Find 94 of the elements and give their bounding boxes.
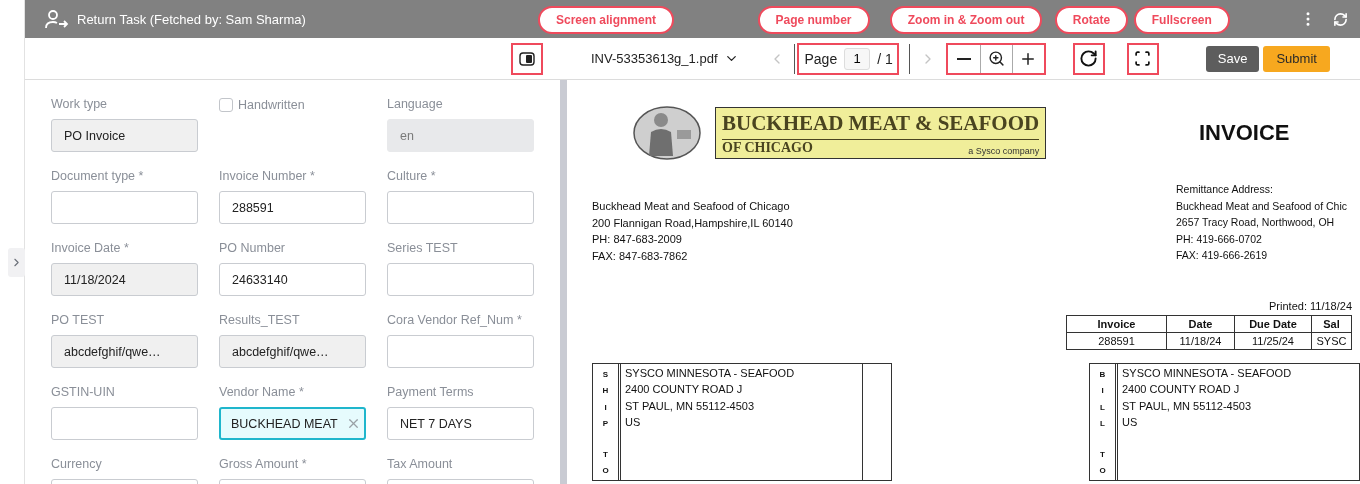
rotate-icon — [1079, 49, 1099, 68]
clear-icon[interactable] — [346, 416, 361, 431]
sender-line: FAX: 847-683-7862 — [592, 248, 689, 264]
address-line: 2400 COUNTY ROAD J — [1122, 382, 1241, 397]
split-view-button[interactable] — [513, 44, 541, 73]
column-header: Sal — [1311, 315, 1352, 332]
input-field[interactable] — [51, 191, 198, 224]
checkbox-label: Handwritten — [238, 97, 305, 112]
user-arrow-icon — [45, 9, 69, 29]
field-label: Culture * — [387, 168, 437, 185]
side-letter: O — [1099, 465, 1106, 477]
input-field[interactable]: 24633140 — [219, 263, 366, 296]
remittance-line: 2657 Tracy Road, Northwood, OH — [1176, 215, 1336, 230]
field-label: Cora Vendor Ref_Num * — [387, 312, 523, 329]
address-line: ST PAUL, MN 55112-4503 — [625, 398, 755, 414]
side-letter: T — [603, 448, 608, 461]
input-field[interactable]: 11/18/2024 — [51, 263, 198, 296]
table-cell: SYSC — [1311, 332, 1352, 349]
field-label: Language — [387, 96, 444, 113]
expand-button[interactable] — [8, 247, 25, 277]
side-letter: S — [602, 368, 609, 381]
callout: Screen alignment — [538, 5, 675, 34]
submit-button[interactable]: Submit — [1263, 45, 1330, 72]
address-line: US — [625, 415, 642, 430]
input-field[interactable] — [387, 263, 534, 296]
input-field[interactable]: NET 7 DAYS — [387, 407, 534, 440]
field-label: Tax Amount — [387, 456, 454, 473]
remittance-line: FAX: 419-666-2619 — [1176, 248, 1269, 263]
file-dropdown[interactable]: INV-53353613g_1.pdf — [591, 51, 739, 66]
split-view-icon — [519, 51, 535, 66]
field-label: PO Number — [219, 240, 286, 257]
input-field[interactable]: 288591 — [219, 191, 366, 224]
printed-date: Printed: 11/18/24 — [1269, 300, 1352, 312]
field-label: Gross Amount * — [219, 456, 308, 473]
minus-icon — [956, 57, 971, 60]
table-cell: 288591 — [1066, 332, 1167, 349]
column-header: Invoice — [1066, 315, 1167, 332]
field-label: Invoice Date * — [51, 240, 130, 257]
field-label: Work type — [51, 96, 109, 113]
logo-name: BUCKHEAD MEAT & SEAFOOD — [722, 110, 1040, 136]
input-field[interactable]: PO Invoice — [51, 119, 198, 152]
page-label: Page — [804, 50, 838, 67]
input-field[interactable] — [387, 335, 534, 368]
side-letter: B — [1099, 368, 1106, 381]
field-label: Document type * — [51, 168, 145, 185]
side-letter: L — [1100, 418, 1105, 430]
checkbox[interactable] — [219, 97, 233, 112]
window-title: Return Task (Fetched by: Sam Sharma) — [77, 11, 306, 27]
page-total: / 1 — [877, 50, 893, 67]
side-letter: I — [604, 401, 607, 414]
field-label: Vendor Name * — [219, 384, 305, 401]
document-title: INVOICE — [1199, 120, 1291, 146]
address-line: SYSCO MINNESOTA - SEAFOOD — [625, 365, 796, 381]
save-button[interactable]: Save — [1205, 45, 1260, 72]
input-field[interactable]: abcdefghif/qwe… — [219, 335, 366, 368]
logo-tagline: a Sysco company — [968, 146, 1040, 156]
field-label: PO TEST — [51, 312, 106, 329]
field-label: Series TEST — [387, 240, 459, 257]
page-input[interactable]: 1 — [844, 47, 871, 70]
input-field[interactable]: BUCKHEAD MEAT — [219, 407, 366, 440]
field-label: Currency — [51, 456, 103, 473]
side-letter: H — [602, 385, 609, 397]
field-label: Payment Terms — [387, 384, 475, 401]
side-letter: L — [1100, 401, 1105, 414]
remittance-line: Buckhead Meat and Seafood of Chic — [1176, 198, 1349, 214]
refresh-icon[interactable] — [1333, 11, 1348, 27]
field-label: Invoice Number * — [219, 168, 316, 185]
remittance-line: PH: 419-666-0702 — [1176, 231, 1263, 247]
side-letter: I — [1101, 385, 1104, 397]
input-field[interactable] — [387, 191, 534, 224]
rotate-button[interactable] — [1074, 44, 1103, 73]
sender-line: Buckhead Meat and Seafood of Chicago — [592, 199, 791, 214]
column-header: Due Date — [1234, 315, 1312, 332]
side-letter: P — [602, 418, 609, 430]
address-line: SYSCO MINNESOTA - SEAFOOD — [1122, 365, 1293, 381]
sender-line: PH: 847-683-2009 — [592, 232, 683, 247]
logo-subtitle: OF CHICAGO — [722, 140, 813, 156]
side-letter: T — [1100, 448, 1105, 461]
table-cell: 11/18/24 — [1166, 332, 1235, 349]
address-line: US — [1122, 415, 1139, 430]
fullscreen-button[interactable] — [1128, 44, 1157, 73]
field-label: Results_TEST — [219, 312, 301, 329]
column-header: Date — [1166, 315, 1235, 332]
input-field[interactable] — [51, 407, 198, 440]
field-label: GSTIN-UIN — [51, 384, 116, 401]
table-cell: 11/25/24 — [1234, 332, 1312, 349]
magnifier-plus-icon — [987, 50, 1005, 67]
fullscreen-icon — [1134, 50, 1152, 67]
side-letter: O — [602, 465, 609, 477]
remittance-line: Remittance Address: — [1176, 182, 1274, 197]
address-line: 2400 COUNTY ROAD J — [625, 382, 744, 397]
address-line: ST PAUL, MN 55112-4503 — [1122, 398, 1252, 414]
sender-line: 200 Flannigan Road,Hampshire,IL 60140 — [592, 215, 794, 231]
input-field[interactable]: abcdefghif/qwe… — [51, 335, 198, 368]
